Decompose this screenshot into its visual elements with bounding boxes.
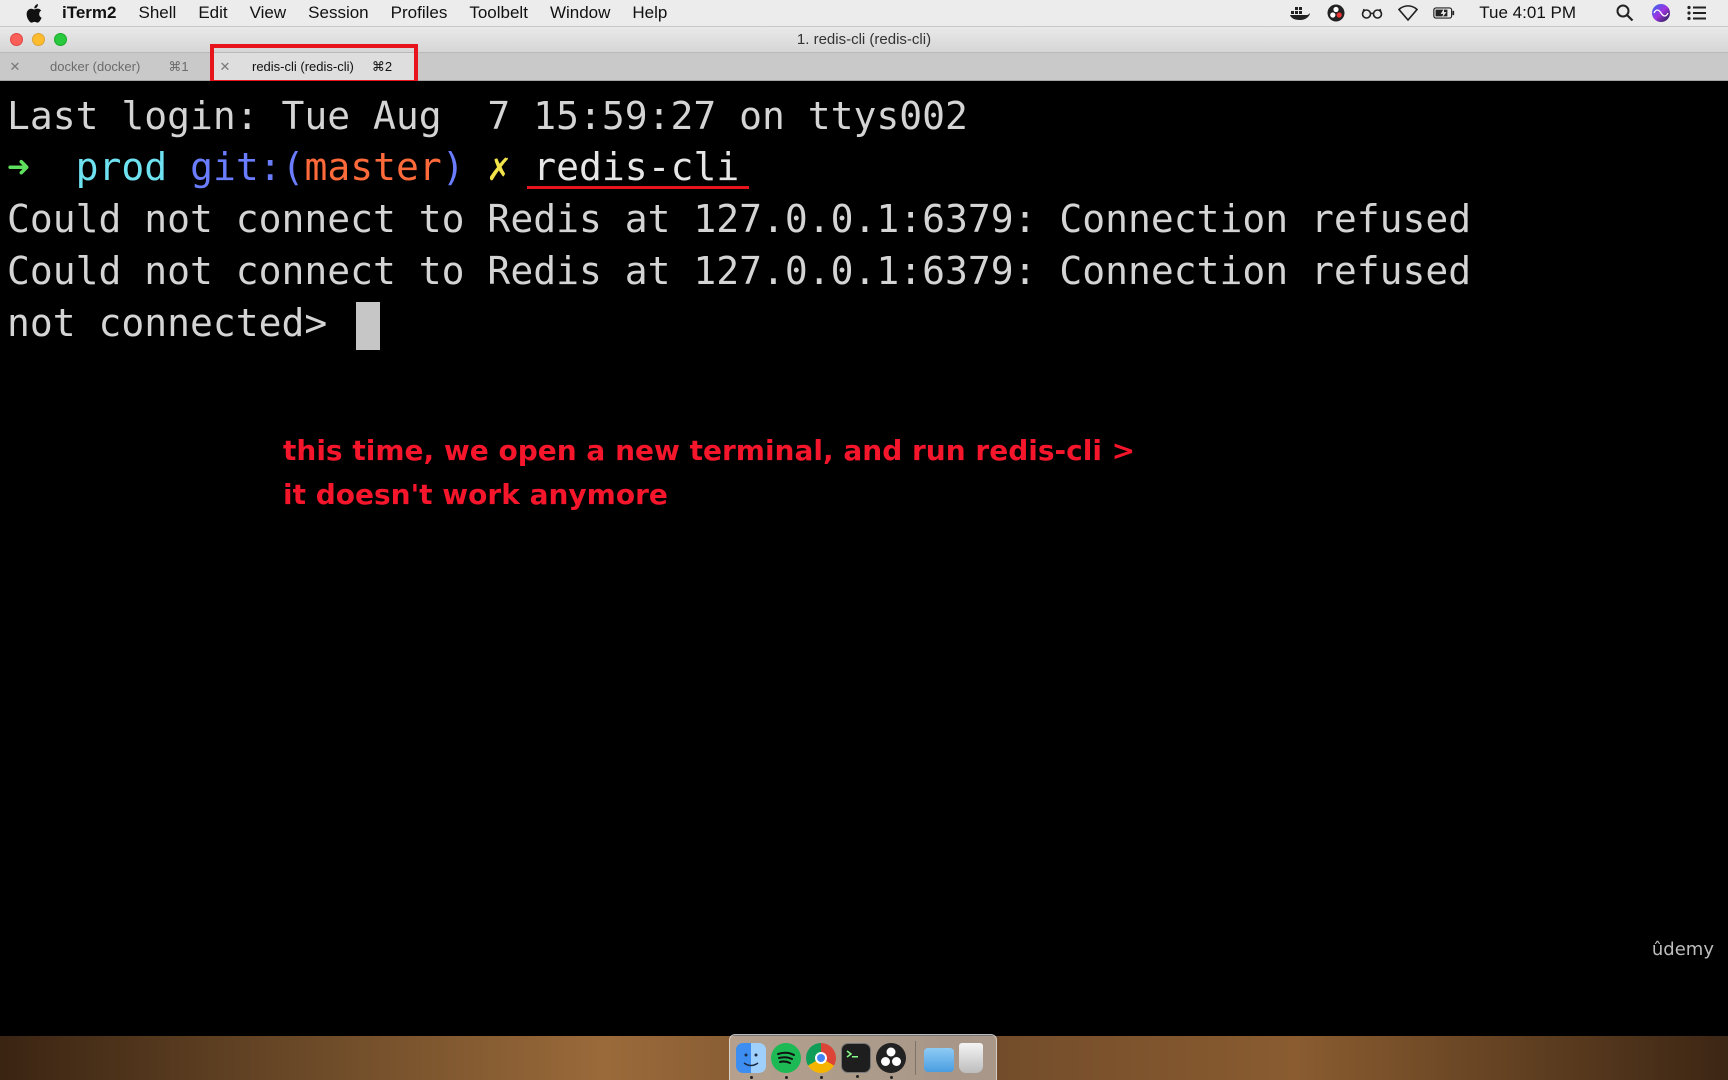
menu-session[interactable]: Session bbox=[308, 3, 368, 23]
prompt-directory: prod bbox=[75, 145, 168, 189]
spotlight-icon[interactable] bbox=[1614, 3, 1636, 23]
redis-prompt-line[interactable]: not connected> bbox=[7, 297, 381, 350]
battery-icon[interactable] bbox=[1433, 3, 1455, 23]
redis-prompt: not connected> bbox=[7, 301, 351, 345]
apple-icon[interactable] bbox=[24, 3, 44, 23]
last-login-line: Last login: Tue Aug 7 15:59:27 on ttys00… bbox=[7, 94, 968, 138]
running-indicator bbox=[785, 1075, 788, 1079]
dock-separator bbox=[915, 1040, 916, 1075]
terminal-icon[interactable] bbox=[841, 1042, 871, 1078]
spotify-icon[interactable] bbox=[771, 1042, 801, 1079]
running-indicator bbox=[820, 1075, 823, 1079]
siri-icon[interactable] bbox=[1650, 3, 1672, 23]
dock bbox=[729, 1034, 997, 1080]
close-tab-icon[interactable]: ✕ bbox=[8, 59, 22, 74]
tab-bar: ✕ docker (docker) ⌘1 ✕ redis-cli (redis-… bbox=[0, 53, 1728, 81]
docker-icon[interactable] bbox=[1289, 3, 1311, 23]
tab-label: redis-cli (redis-cli) bbox=[252, 59, 354, 74]
prompt-git-branch: master bbox=[304, 145, 442, 189]
chrome-icon[interactable] bbox=[806, 1042, 836, 1079]
menu-window[interactable]: Window bbox=[550, 3, 610, 23]
text-cursor bbox=[356, 301, 381, 350]
prompt-arrow-icon: ➜ bbox=[7, 145, 30, 189]
prompt-git-prefix: git:( bbox=[190, 145, 305, 189]
tab-docker[interactable]: ✕ docker (docker) ⌘1 bbox=[0, 53, 210, 80]
prompt-dirty-icon: ✗ bbox=[487, 145, 511, 189]
running-indicator bbox=[750, 1075, 753, 1079]
tab-redis-cli[interactable]: ✕ redis-cli (redis-cli) ⌘2 bbox=[210, 53, 418, 80]
tab-shortcut: ⌘1 bbox=[168, 58, 189, 74]
menu-bar-clock[interactable]: Tue 4:01 PM bbox=[1479, 3, 1576, 23]
menu-help[interactable]: Help bbox=[632, 3, 667, 23]
menu-bar-extras: Tue 4:01 PM bbox=[1275, 0, 1708, 26]
finder-icon[interactable] bbox=[736, 1042, 766, 1079]
menu-iterm2[interactable]: iTerm2 bbox=[62, 3, 117, 23]
glasses-icon[interactable] bbox=[1361, 3, 1383, 23]
prompt-git-suffix: ) bbox=[441, 145, 465, 189]
menu-profiles[interactable]: Profiles bbox=[391, 3, 448, 23]
menu-toolbelt[interactable]: Toolbelt bbox=[469, 3, 528, 23]
menu-shell[interactable]: Shell bbox=[139, 3, 177, 23]
udemy-watermark: ûdemy bbox=[1651, 939, 1714, 960]
command-underline-annotation bbox=[527, 186, 749, 189]
downloads-folder-icon[interactable] bbox=[924, 1047, 954, 1072]
output-line: Could not connect to Redis at 127.0.0.1:… bbox=[7, 197, 1472, 241]
tab-label: docker (docker) bbox=[50, 59, 141, 74]
close-tab-icon[interactable]: ✕ bbox=[218, 59, 232, 74]
running-indicator bbox=[856, 1074, 859, 1078]
window-title: 1. redis-cli (redis-cli) bbox=[796, 31, 932, 48]
typed-command: redis-cli bbox=[533, 145, 740, 189]
output-line: Could not connect to Redis at 127.0.0.1:… bbox=[7, 249, 1472, 293]
trash-icon[interactable] bbox=[959, 1042, 983, 1073]
notification-center-icon[interactable] bbox=[1686, 3, 1708, 23]
wifi-icon[interactable] bbox=[1397, 3, 1419, 23]
terminal-session[interactable]: Last login: Tue Aug 7 15:59:27 on ttys00… bbox=[0, 81, 1728, 1036]
running-indicator bbox=[890, 1075, 893, 1079]
menu-view[interactable]: View bbox=[250, 3, 287, 23]
annotation-text: this time, we open a new terminal, and r… bbox=[283, 434, 1136, 511]
tab-shortcut: ⌘2 bbox=[371, 58, 393, 74]
menu-edit[interactable]: Edit bbox=[198, 3, 227, 23]
obs-icon[interactable] bbox=[1325, 3, 1347, 23]
window-title-bar[interactable]: 1. redis-cli (redis-cli) bbox=[0, 27, 1728, 53]
obs-icon[interactable] bbox=[876, 1042, 906, 1079]
menu-bar: iTerm2 Shell Edit View Session Profiles … bbox=[0, 0, 1728, 27]
